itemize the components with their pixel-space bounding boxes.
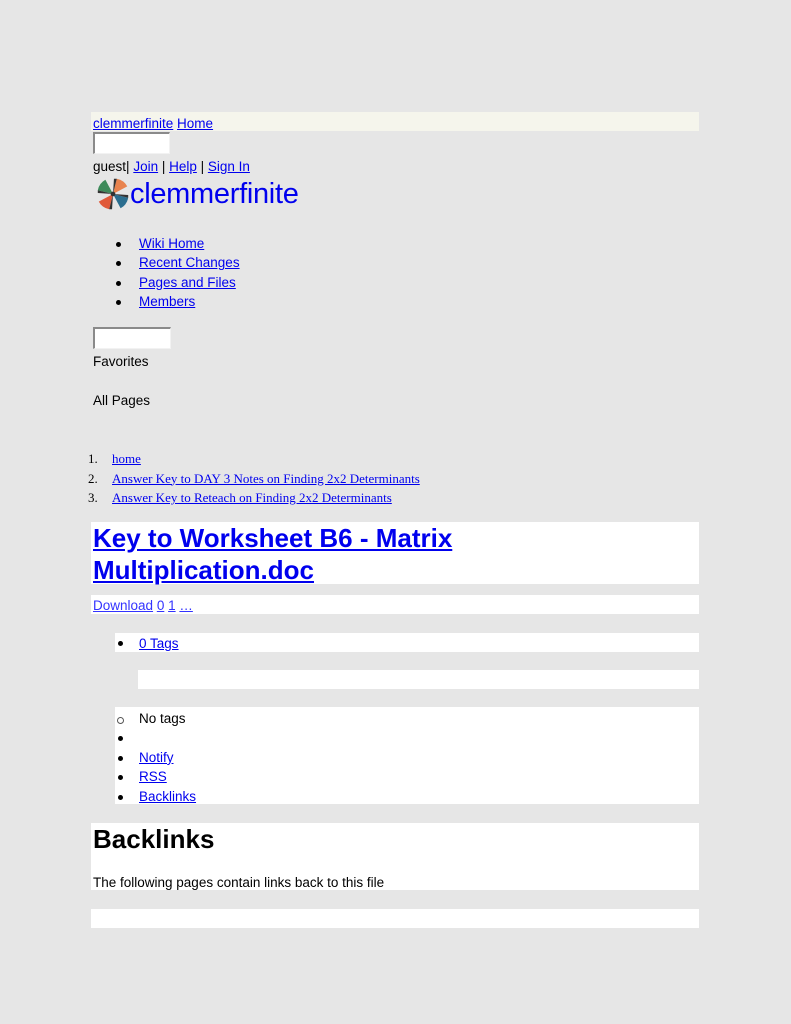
join-link[interactable]: Join	[133, 159, 158, 174]
file-title-panel: Key to Worksheet B6 - Matrix Multiplicati…	[91, 522, 699, 586]
nav-link-members[interactable]: Members	[139, 294, 195, 309]
file-title-link[interactable]: Key to Worksheet B6 - Matrix Multiplicati…	[93, 522, 452, 586]
breadcrumb-link-reteach[interactable]: Answer Key to Reteach on Finding 2x2 Det…	[112, 488, 392, 508]
bullet-icon	[118, 641, 123, 646]
backlinks-section: Backlinks The following pages contain li…	[91, 823, 699, 890]
rss-link[interactable]: RSS	[139, 769, 167, 784]
backlinks-list-panel	[91, 909, 699, 928]
site-link[interactable]: clemmerfinite	[93, 116, 173, 131]
sidebar-search-input[interactable]	[93, 327, 171, 349]
home-link[interactable]: Home	[177, 116, 213, 131]
main-nav: Wiki Home Recent Changes Pages and Files…	[93, 234, 240, 311]
bullet-icon	[118, 736, 123, 742]
download-panel: Download 0 1 …	[91, 595, 699, 614]
tags-editor-panel	[138, 670, 699, 689]
breadcrumb-number: 1.	[88, 451, 98, 466]
pinwheel-logo-icon	[97, 178, 129, 210]
separator: |	[126, 159, 130, 174]
bullet-icon	[118, 755, 123, 761]
nav-item-pages-and-files: Pages and Files	[93, 273, 240, 292]
help-link[interactable]: Help	[169, 159, 197, 174]
bullet-icon	[118, 794, 123, 800]
nav-link-wiki-home[interactable]: Wiki Home	[139, 236, 204, 251]
nav-link-pages-and-files[interactable]: Pages and Files	[139, 275, 236, 290]
breadcrumb-item: 1. home	[88, 449, 420, 469]
nav-item-recent-changes: Recent Changes	[93, 253, 240, 272]
tags-link[interactable]: 0 Tags	[139, 636, 179, 651]
notify-link[interactable]: Notify	[139, 750, 174, 765]
top-search-input[interactable]	[93, 132, 170, 154]
breadcrumb-link-day3-notes[interactable]: Answer Key to DAY 3 Notes on Finding 2x2…	[112, 469, 420, 489]
actions-panel: No tags Notify RSS Backlinks	[115, 707, 699, 804]
breadcrumb-number: 3.	[88, 490, 98, 505]
file-title-line2: Multiplication.doc	[93, 555, 314, 585]
user-bar: guest| Join | Help | Sign In	[93, 159, 250, 174]
no-tags-item: No tags	[115, 709, 196, 728]
breadcrumb-number: 2.	[88, 470, 98, 486]
breadcrumb-link-home[interactable]: home	[112, 449, 141, 469]
site-logo[interactable]: clemmerfinite	[94, 174, 299, 214]
backlinks-item: Backlinks	[115, 787, 196, 806]
download-link[interactable]: Download	[93, 598, 153, 613]
breadcrumb-item: 2. Answer Key to DAY 3 Notes on Finding …	[88, 469, 420, 489]
backlinks-heading: Backlinks	[93, 824, 215, 854]
top-bar: clemmerfinite Home	[91, 112, 699, 131]
version-link-1[interactable]: 1	[168, 598, 176, 613]
all-pages-label: All Pages	[93, 393, 151, 408]
logo-text[interactable]: clemmerfinite	[130, 178, 299, 211]
backlinks-link[interactable]: Backlinks	[139, 789, 196, 804]
breadcrumb-item: 3. Answer Key to Reteach on Finding 2x2 …	[88, 488, 420, 508]
file-title-line1: Key to Worksheet B6 - Matrix	[93, 523, 453, 553]
bullet-icon	[118, 775, 123, 781]
notify-item: Notify	[115, 748, 196, 767]
nav-item-wiki-home: Wiki Home	[93, 234, 240, 253]
circle-bullet-icon	[117, 717, 124, 724]
rss-item: RSS	[115, 767, 196, 786]
actions-list: No tags Notify RSS Backlinks	[115, 709, 196, 806]
sign-in-link[interactable]: Sign In	[208, 159, 250, 174]
no-tags-text: No tags	[139, 711, 186, 726]
version-link-0[interactable]: 0	[157, 598, 165, 613]
empty-item	[115, 728, 196, 747]
breadcrumb: 1. home 2. Answer Key to DAY 3 Notes on …	[88, 449, 420, 508]
backlinks-description: The following pages contain links back t…	[93, 875, 385, 890]
nav-item-members: Members	[93, 292, 240, 311]
more-link[interactable]: …	[179, 598, 193, 613]
nav-link-recent-changes[interactable]: Recent Changes	[139, 255, 240, 270]
tags-panel: 0 Tags	[115, 633, 699, 652]
username: guest	[93, 159, 127, 174]
favorites-label: Favorites	[93, 354, 149, 369]
